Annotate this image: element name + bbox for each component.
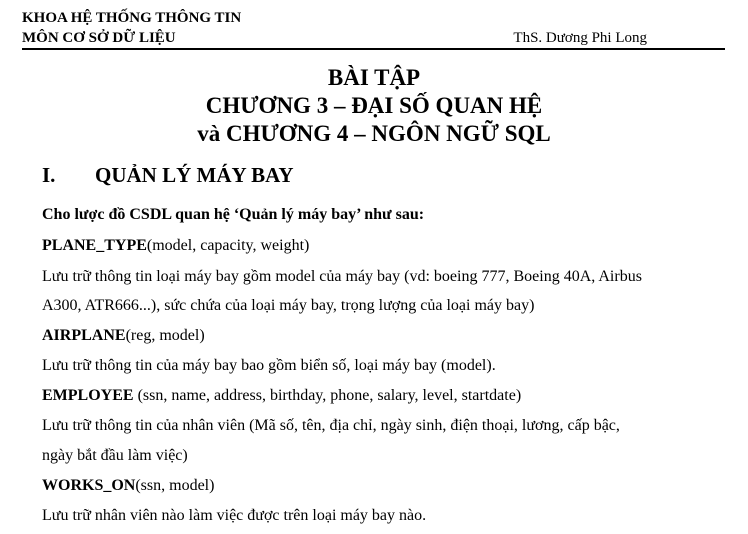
relation-attributes: (reg, model) <box>125 327 205 344</box>
relation-description: Lưu trữ thông tin của nhân viên (Mã số, … <box>42 417 620 434</box>
department-name: KHOA HỆ THỐNG THÔNG TIN <box>22 10 242 26</box>
author-name: ThS. Dương Phi Long <box>513 30 647 46</box>
relation-description: Lưu trữ thông tin của máy bay bao gồm bi… <box>42 357 496 374</box>
relation-name: AIRPLANE <box>42 327 126 344</box>
relation-airplane: AIRPLANE(reg, model) <box>42 327 732 345</box>
title-line-1: BÀI TẬP <box>327 65 421 90</box>
relation-attributes: (ssn, name, address, birthday, phone, sa… <box>133 387 522 404</box>
relation-name: PLANE_TYPE <box>42 237 147 254</box>
section-title: QUẢN LÝ MÁY BAY <box>95 163 294 187</box>
relation-description: Lưu trữ nhân viên nào làm việc được trên… <box>42 507 427 524</box>
relation-plane-type: PLANE_TYPE(model, capacity, weight) <box>42 237 732 255</box>
relation-description: Lưu trữ thông tin loại máy bay gồm model… <box>42 268 642 285</box>
document-title: BÀI TẬP CHƯƠNG 3 – ĐẠI SỐ QUAN HỆ và CHƯ… <box>0 64 748 148</box>
section-number: I. <box>42 163 56 187</box>
relation-attributes: (ssn, model) <box>135 477 215 494</box>
subject-name: MÔN CƠ SỞ DỮ LIỆU <box>22 30 176 46</box>
relation-employee: EMPLOYEE (ssn, name, address, birthday, … <box>42 387 732 405</box>
intro-paragraph: Cho lược đồ CSDL quan hệ ‘Quản lý máy ba… <box>42 206 425 223</box>
relation-description: ngày bắt đầu làm việc) <box>42 447 188 464</box>
relation-works-on: WORKS_ON(ssn, model) <box>42 477 732 495</box>
title-line-2: CHƯƠNG 3 – ĐẠI SỐ QUAN HỆ <box>205 93 543 118</box>
relation-attributes: (model, capacity, weight) <box>146 237 310 254</box>
relation-name: WORKS_ON <box>42 477 136 494</box>
page-header: KHOA HỆ THỐNG THÔNG TIN MÔN CƠ SỞ DỮ LIỆ… <box>22 6 725 50</box>
relation-name: EMPLOYEE <box>42 387 134 404</box>
title-line-3: và CHƯƠNG 4 – NGÔN NGỮ SQL <box>197 121 551 146</box>
relation-description: A300, ATR666...), sức chứa của loại máy … <box>42 297 535 314</box>
section-heading: I. QUẢN LÝ MÁY BAY <box>42 163 294 188</box>
